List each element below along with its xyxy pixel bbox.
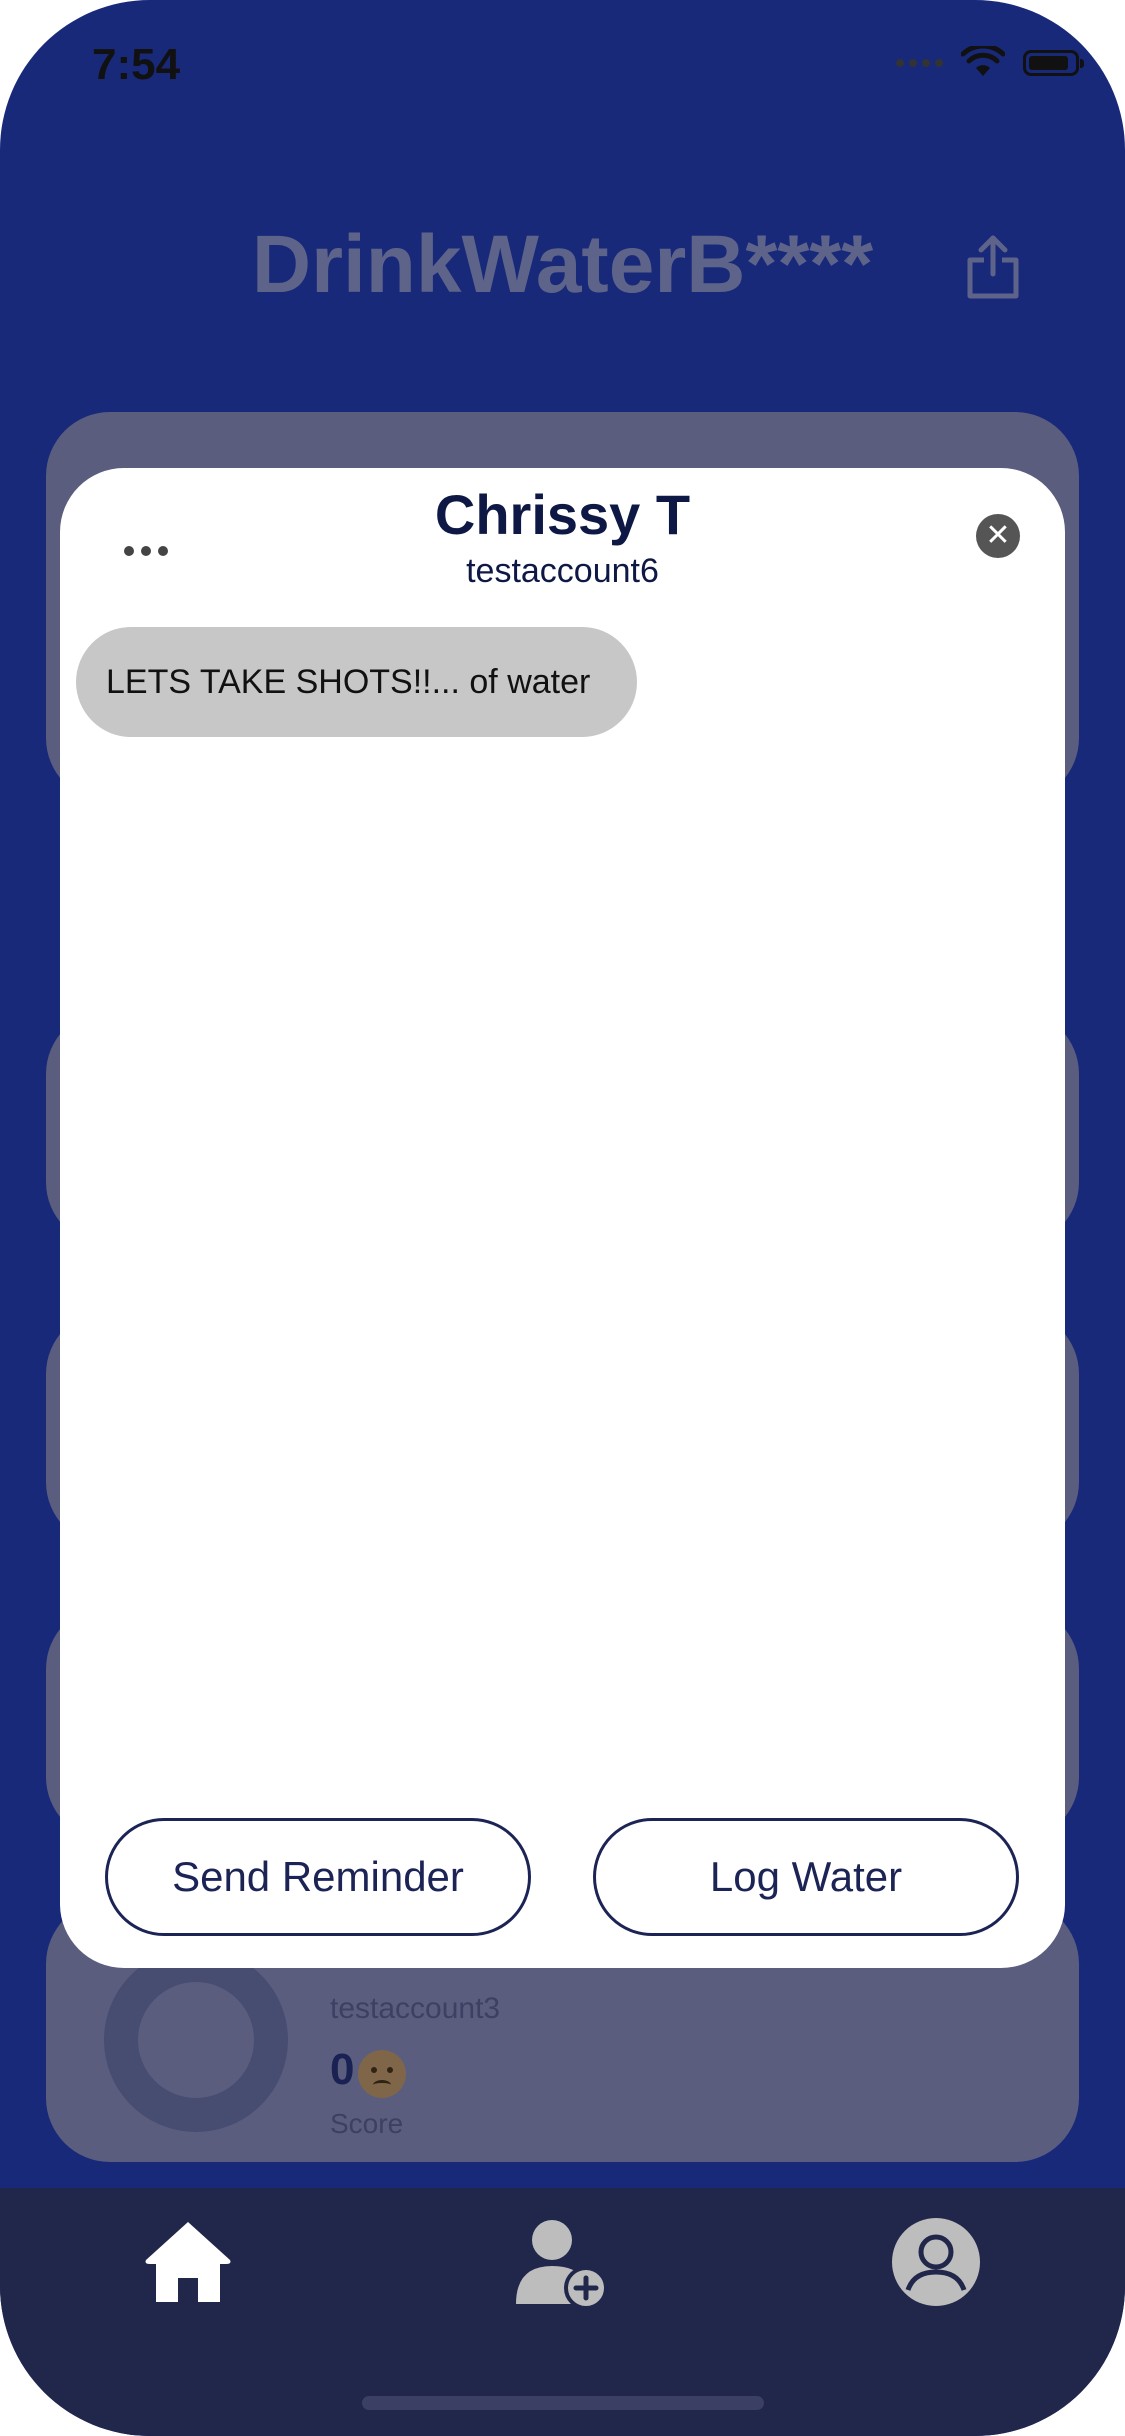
share-icon[interactable] xyxy=(964,234,1022,300)
modal-title: Chrissy T xyxy=(434,483,691,546)
home-icon[interactable] xyxy=(142,2216,234,2308)
message-bubble: LETS TAKE SHOTS!!... of water xyxy=(76,627,637,737)
tab-bar xyxy=(0,2188,1125,2436)
app-screen: 7:54 DrinkWaterB**** testaccount3 0 Scor… xyxy=(0,0,1125,2436)
progress-ring xyxy=(104,1948,288,2132)
friend-score: 0 xyxy=(330,2045,355,2094)
friend-detail-modal: Chrissy T testaccount6 ✕ LETS TAKE SHOTS… xyxy=(60,468,1065,1968)
status-icons xyxy=(896,46,1084,80)
modal-subtitle: testaccount6 xyxy=(466,552,659,590)
close-icon[interactable]: ✕ xyxy=(976,514,1020,558)
send-reminder-button[interactable]: Send Reminder xyxy=(105,1818,531,1936)
profile-icon[interactable] xyxy=(890,2216,982,2308)
score-label: Score xyxy=(330,2108,404,2139)
app-title: DrinkWaterB**** xyxy=(251,219,874,310)
home-indicator xyxy=(362,2396,764,2410)
friend-username: testaccount3 xyxy=(330,1992,501,2025)
status-time: 7:54 xyxy=(92,40,181,89)
add-friend-icon[interactable] xyxy=(514,2216,608,2310)
log-water-button[interactable]: Log Water xyxy=(593,1818,1019,1936)
sad-face-icon xyxy=(358,2050,406,2098)
wifi-icon xyxy=(961,46,1005,76)
signal-icon xyxy=(896,59,943,67)
battery-icon xyxy=(1023,50,1084,76)
